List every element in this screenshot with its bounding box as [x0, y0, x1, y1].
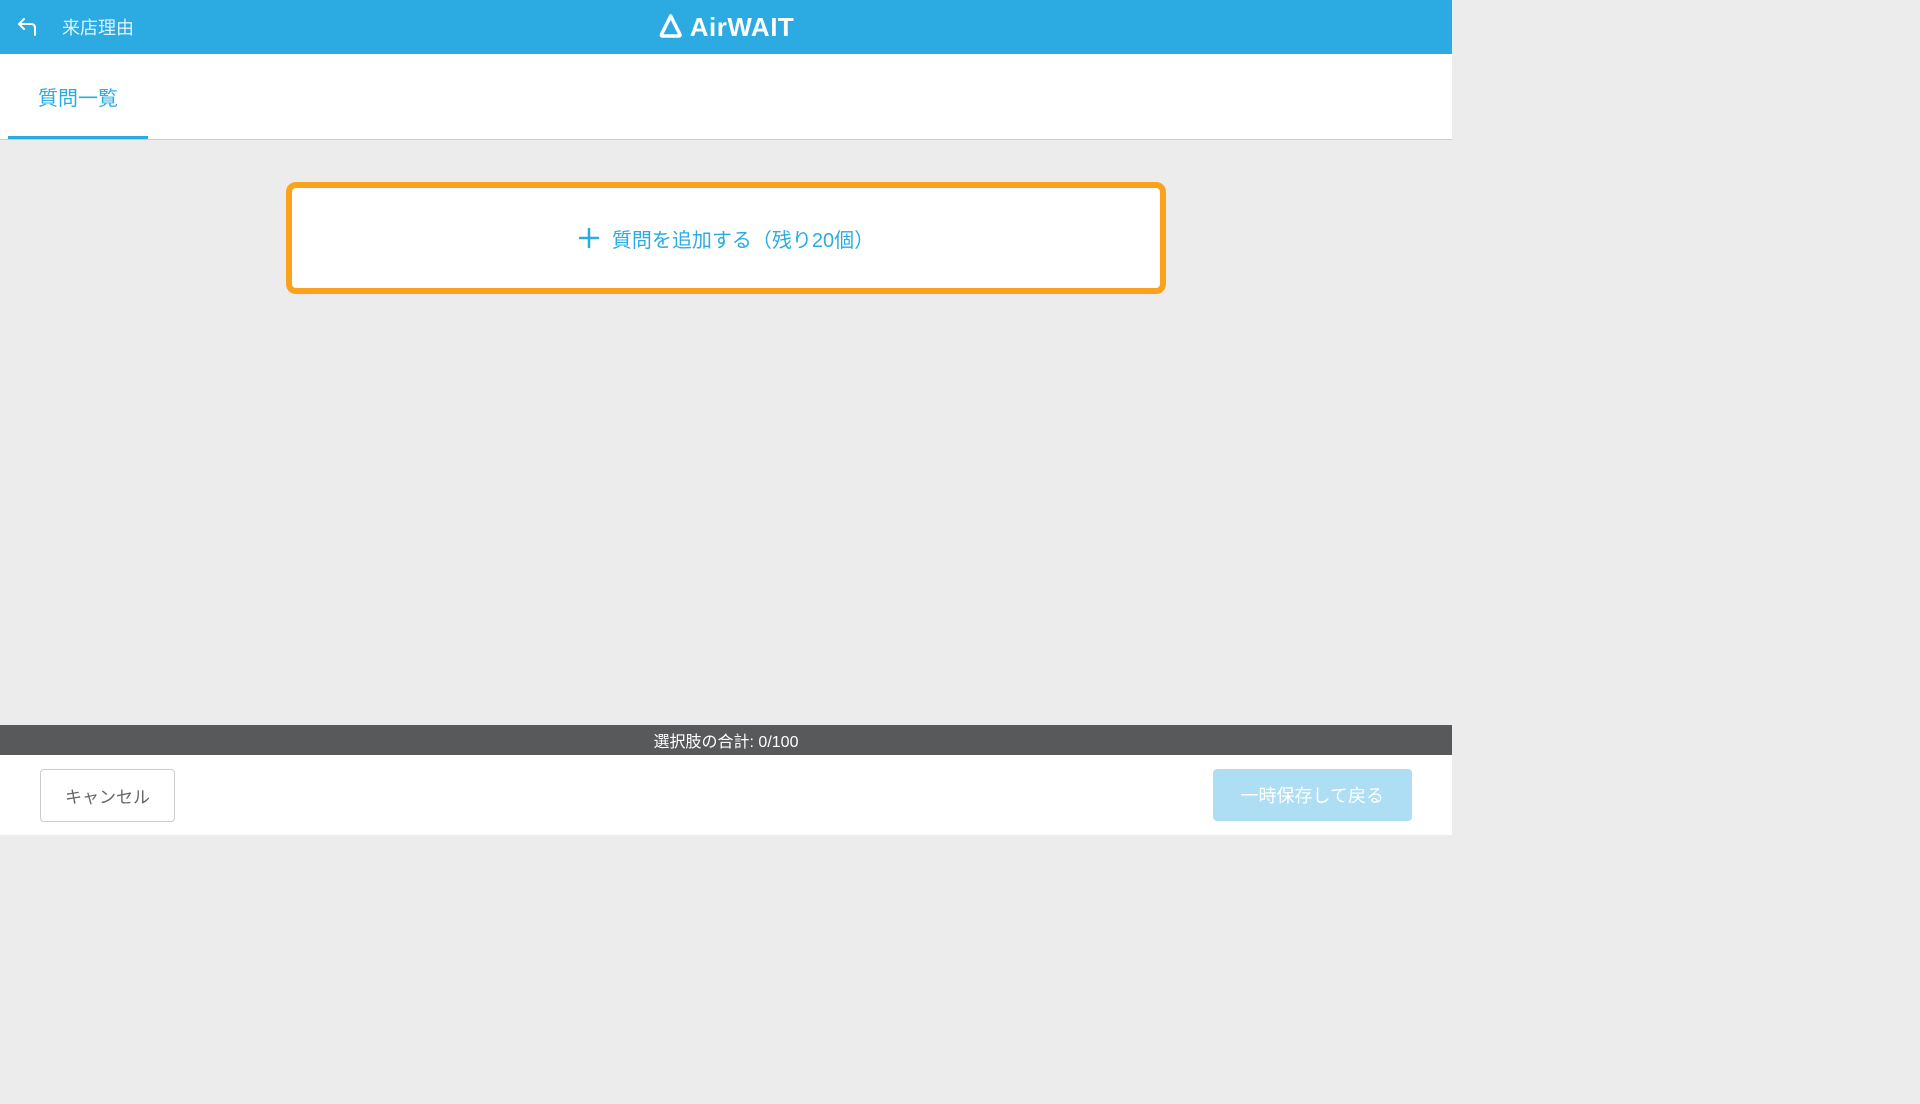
- app-logo: AirWAIT: [658, 12, 795, 43]
- app-logo-text: AirWAIT: [690, 12, 795, 43]
- tab-label: 質問一覧: [38, 82, 118, 111]
- back-arrow-icon: [15, 15, 39, 39]
- plus-icon: [578, 227, 600, 249]
- status-text: 選択肢の合計: 0/100: [654, 728, 799, 752]
- header-title: 来店理由: [62, 14, 134, 40]
- tab-active-indicator: [8, 136, 148, 139]
- cancel-button[interactable]: キャンセル: [40, 769, 175, 822]
- tabs-bar: 質問一覧: [0, 54, 1452, 140]
- add-question-content: 質問を追加する（残り20個）: [578, 224, 874, 253]
- back-button[interactable]: [0, 0, 54, 54]
- add-question-label: 質問を追加する（残り20個）: [612, 224, 874, 253]
- save-button[interactable]: 一時保存して戻る: [1213, 769, 1412, 821]
- airwait-logo-icon: [658, 14, 684, 40]
- status-bar: 選択肢の合計: 0/100: [0, 725, 1452, 755]
- content-area: 質問を追加する（残り20個）: [0, 140, 1452, 725]
- app-header: 来店理由 AirWAIT: [0, 0, 1452, 54]
- footer-actions: キャンセル 一時保存して戻る: [0, 755, 1452, 835]
- tab-question-list[interactable]: 質問一覧: [8, 53, 148, 139]
- add-question-button[interactable]: 質問を追加する（残り20個）: [286, 182, 1166, 294]
